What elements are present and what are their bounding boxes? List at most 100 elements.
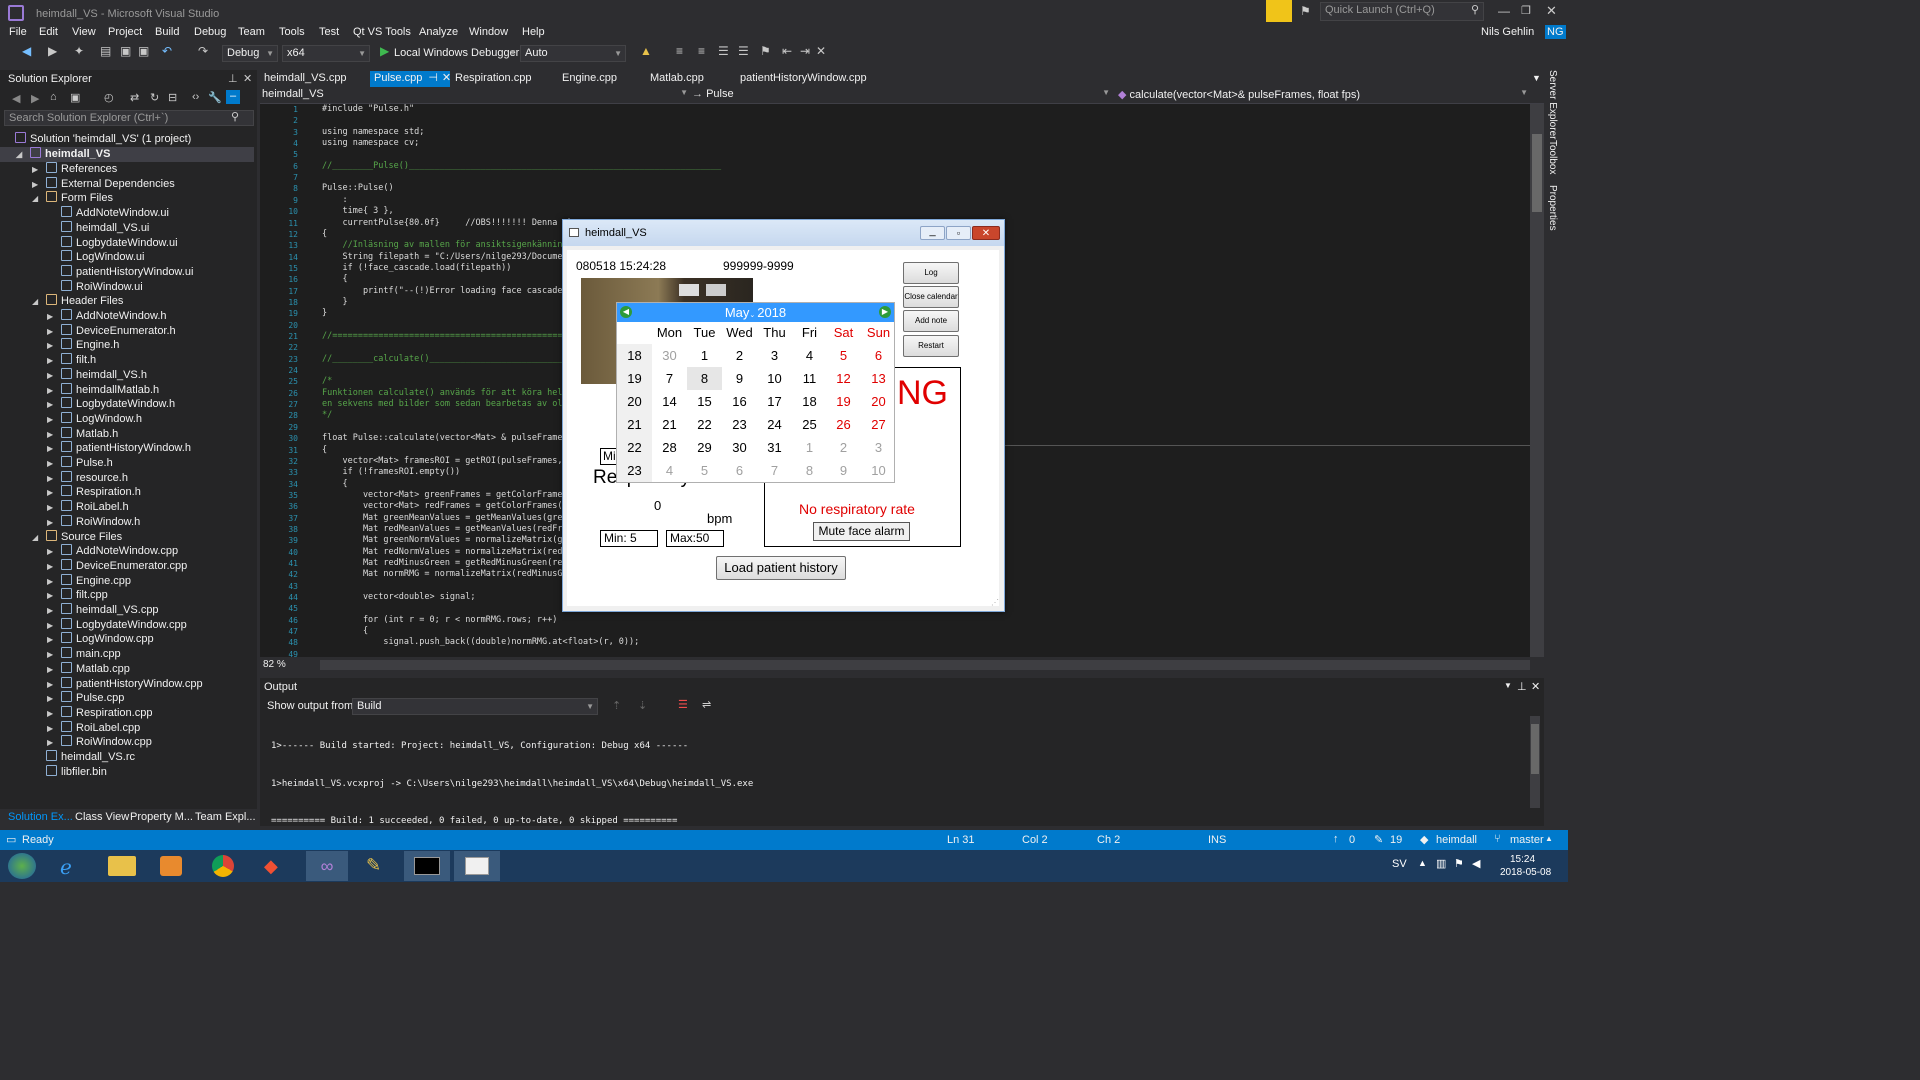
repo-name[interactable]: heimdall	[1436, 834, 1477, 846]
calendar-day[interactable]: 31	[757, 436, 792, 459]
expand-arrow-icon[interactable]: ▶	[47, 721, 53, 736]
tree-item[interactable]: ▶ Matlab.h	[47, 426, 118, 442]
respiratory-min-field[interactable]: Min: 5	[600, 530, 658, 547]
tab-solution-explorer[interactable]: Solution Ex...	[8, 811, 73, 823]
tree-item[interactable]: ▶ AddNoteWindow.h	[47, 309, 167, 324]
media-player-icon[interactable]	[160, 856, 182, 876]
tree-item[interactable]: ▶ Matlab.cpp	[47, 661, 130, 677]
avatar[interactable]: NG	[1545, 25, 1566, 39]
calendar-day[interactable]: 1	[792, 436, 827, 459]
calendar-day[interactable]: 2	[826, 436, 861, 459]
solution-config-select[interactable]: Auto ▼	[520, 45, 626, 62]
calendar-day[interactable]: 14	[652, 390, 687, 413]
expand-arrow-icon[interactable]: ▶	[47, 324, 53, 339]
calendar-day[interactable]: 19	[826, 390, 861, 413]
editor-scrollbar[interactable]	[1530, 104, 1544, 657]
calendar-year[interactable]: 2018	[757, 305, 786, 320]
chevron-down-icon[interactable]: ▼	[509, 48, 517, 57]
back-icon[interactable]: ◀	[22, 43, 31, 59]
expand-arrow-icon[interactable]: ▶	[47, 647, 53, 662]
forward-icon[interactable]: ▶	[31, 92, 39, 105]
menu-view[interactable]: View	[72, 26, 96, 38]
calendar-day[interactable]: 10	[861, 459, 896, 482]
expand-arrow-icon[interactable]: ▶	[47, 632, 53, 647]
expand-arrow-icon[interactable]: ▶	[47, 618, 53, 633]
toolbox-tab[interactable]: Toolbox	[1547, 140, 1558, 174]
tab-respiration-cpp[interactable]: Respiration.cpp	[451, 71, 535, 87]
member-dropdown[interactable]: ◆ calculate(vector<Mat>& pulseFrames, fl…	[1118, 88, 1530, 103]
ie-icon[interactable]: ℯ	[60, 855, 72, 880]
visual-studio-icon[interactable]: ∞	[306, 851, 348, 881]
expand-arrow-icon[interactable]: ▶	[47, 309, 53, 324]
tray-expand-icon[interactable]: ▲	[1418, 858, 1427, 868]
repo-icon[interactable]: ◆	[1420, 833, 1428, 846]
expand-arrow-icon[interactable]: ◢	[32, 191, 38, 206]
open-icon[interactable]: ▤	[100, 43, 111, 59]
calendar-day[interactable]: 24	[757, 413, 792, 436]
output-scrollbar[interactable]	[1530, 716, 1540, 808]
tree-item[interactable]: ▶ LogbydateWindow.h	[47, 397, 175, 412]
tree-item[interactable]: ▶ patientHistoryWindow.h	[47, 441, 191, 456]
expand-arrow-icon[interactable]: ▶	[47, 471, 53, 486]
expand-arrow-icon[interactable]: ▶	[47, 338, 53, 353]
scroll-thumb[interactable]	[1532, 134, 1542, 212]
add-note-button[interactable]: Add note	[903, 310, 959, 332]
solution-search-input[interactable]: Search Solution Explorer (Ctrl+`) ⚲	[4, 110, 254, 126]
properties-icon[interactable]: 🔧	[208, 91, 222, 104]
expand-arrow-icon[interactable]: ▶	[47, 500, 53, 515]
quick-launch-input[interactable]: Quick Launch (Ctrl+Q) ⚲	[1320, 2, 1484, 21]
tree-item[interactable]: ▶ Pulse.cpp	[47, 691, 124, 706]
tab-class-view[interactable]: Class View	[75, 811, 129, 823]
menu-test[interactable]: Test	[319, 26, 339, 38]
calendar-day[interactable]: 4	[792, 344, 827, 367]
git-icon[interactable]: ◆	[264, 856, 278, 877]
expand-arrow-icon[interactable]: ▶	[47, 456, 53, 471]
tree-item[interactable]: libfiler.bin	[46, 764, 107, 780]
calendar-day[interactable]: 13	[861, 367, 896, 390]
collapse-all-icon[interactable]: ⊟	[168, 91, 177, 104]
clear-all-icon[interactable]: ☰	[678, 698, 688, 711]
preview-icon[interactable]: –	[226, 90, 240, 104]
tree-item[interactable]: ▶ References	[32, 162, 117, 177]
configuration-select[interactable]: Debug ▼	[222, 45, 278, 62]
calendar-day[interactable]: 20	[861, 390, 896, 413]
undo-icon[interactable]: ↶	[162, 43, 172, 59]
expand-arrow-icon[interactable]: ◢	[16, 147, 22, 162]
tree-item[interactable]: ▶ main.cpp	[47, 647, 121, 662]
expand-arrow-icon[interactable]: ▶	[47, 603, 53, 618]
uncomment-icon[interactable]: ☰	[738, 43, 749, 59]
tab-pulse-cpp[interactable]: Pulse.cpp ⊣ ✕	[370, 71, 451, 87]
calendar-day[interactable]: 21	[652, 413, 687, 436]
pin-icon[interactable]: ⊣	[428, 72, 438, 84]
network-icon[interactable]: ▥	[1436, 857, 1446, 870]
paint-icon[interactable]: ✎	[366, 855, 381, 876]
calendar-day[interactable]: 15	[687, 390, 722, 413]
word-wrap-icon[interactable]: ⇌	[702, 698, 711, 711]
calendar-day[interactable]: 6	[861, 344, 896, 367]
tree-item[interactable]: ▶ resource.h	[47, 470, 128, 486]
expand-arrow-icon[interactable]: ▶	[47, 353, 53, 368]
back-icon[interactable]: ◀	[12, 92, 20, 105]
expand-arrow-icon[interactable]: ▶	[32, 162, 38, 177]
tree-item[interactable]: ◢ Header Files	[32, 294, 123, 309]
expand-arrow-icon[interactable]: ▶	[32, 177, 38, 192]
calendar-day[interactable]: 9	[722, 367, 757, 390]
tree-item[interactable]: ▶ AddNoteWindow.cpp	[47, 544, 178, 559]
save-icon[interactable]: ▣	[120, 43, 131, 59]
menu-analyze[interactable]: Analyze	[419, 26, 458, 38]
close-icon[interactable]: ✕	[442, 72, 451, 84]
calendar-day[interactable]: 28	[652, 436, 687, 459]
menu-edit[interactable]: Edit	[39, 26, 58, 38]
flag-icon[interactable]: ⚑	[1454, 857, 1464, 870]
tree-item[interactable]: RoiWindow.ui	[61, 279, 143, 295]
comment-icon[interactable]: ☰	[718, 43, 729, 59]
zoom-level[interactable]: 82 %	[263, 659, 286, 670]
chevron-down-icon[interactable]: ▼	[1504, 681, 1512, 690]
calendar-day[interactable]: 10	[757, 367, 792, 390]
start-debugger-button[interactable]: Local Windows Debugger	[394, 47, 519, 59]
explorer-icon[interactable]	[108, 856, 136, 876]
tree-item[interactable]: ▶ LogbydateWindow.cpp	[47, 617, 187, 633]
calendar-day[interactable]: 8	[687, 367, 722, 390]
calendar-day[interactable]: 16	[722, 390, 757, 413]
prev-bookmark-icon[interactable]: ⇤	[782, 43, 792, 59]
